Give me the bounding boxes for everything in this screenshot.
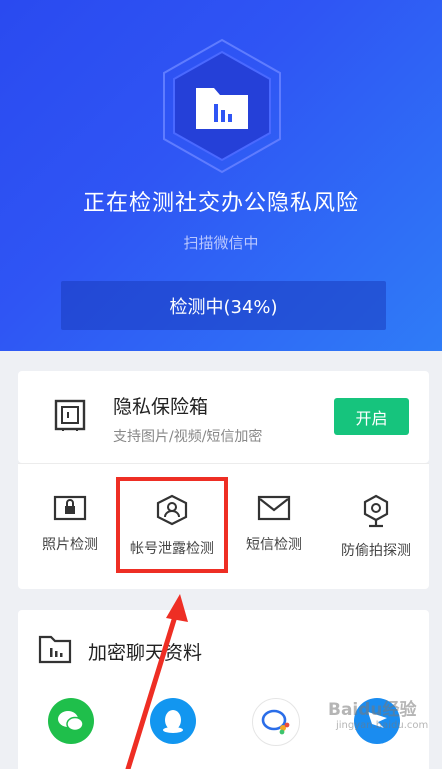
- safe-icon: [54, 399, 86, 435]
- privacy-vault-card[interactable]: 隐私保险箱 支持图片/视频/短信加密 开启: [18, 371, 429, 463]
- watermark-url: jingyan.baidu.com: [336, 720, 429, 731]
- encrypted-chat-card: 加密聊天资料: [18, 610, 429, 769]
- tool-label: 照片检测: [42, 537, 98, 553]
- vault-title: 隐私保险箱: [113, 396, 209, 418]
- watermark-logo: Baidu经验: [328, 700, 417, 720]
- wecom-icon[interactable]: [252, 698, 300, 746]
- qq-icon[interactable]: [150, 698, 196, 744]
- folder-chart-icon: [38, 634, 72, 668]
- envelope-icon: [224, 494, 324, 522]
- tool-photo-check[interactable]: 照片检测: [20, 494, 120, 554]
- folder-scan-icon: [160, 38, 284, 174]
- highlight-box: [116, 477, 228, 573]
- chat-section-title: 加密聊天资料: [88, 642, 203, 664]
- tool-camera-detect[interactable]: 防偷拍探测: [326, 494, 426, 560]
- scan-progress: 检测中(34%): [61, 281, 386, 330]
- tool-sms-check[interactable]: 短信检测: [224, 494, 324, 554]
- camera-icon: [326, 494, 426, 528]
- scan-progress-label: 检测中(34%): [169, 296, 278, 318]
- tool-label: 防偷拍探测: [341, 543, 411, 559]
- scan-hero: 正在检测社交办公隐私风险 扫描微信中 检测中(34%): [0, 0, 442, 351]
- tool-label: 短信检测: [246, 537, 302, 553]
- scan-title: 正在检测社交办公隐私风险: [82, 191, 359, 216]
- wechat-icon[interactable]: [48, 698, 94, 744]
- scan-subtitle: 扫描微信中: [183, 234, 259, 252]
- enable-vault-button[interactable]: 开启: [334, 398, 409, 435]
- vault-subtitle: 支持图片/视频/短信加密: [113, 429, 263, 445]
- photo-lock-icon: [20, 494, 120, 522]
